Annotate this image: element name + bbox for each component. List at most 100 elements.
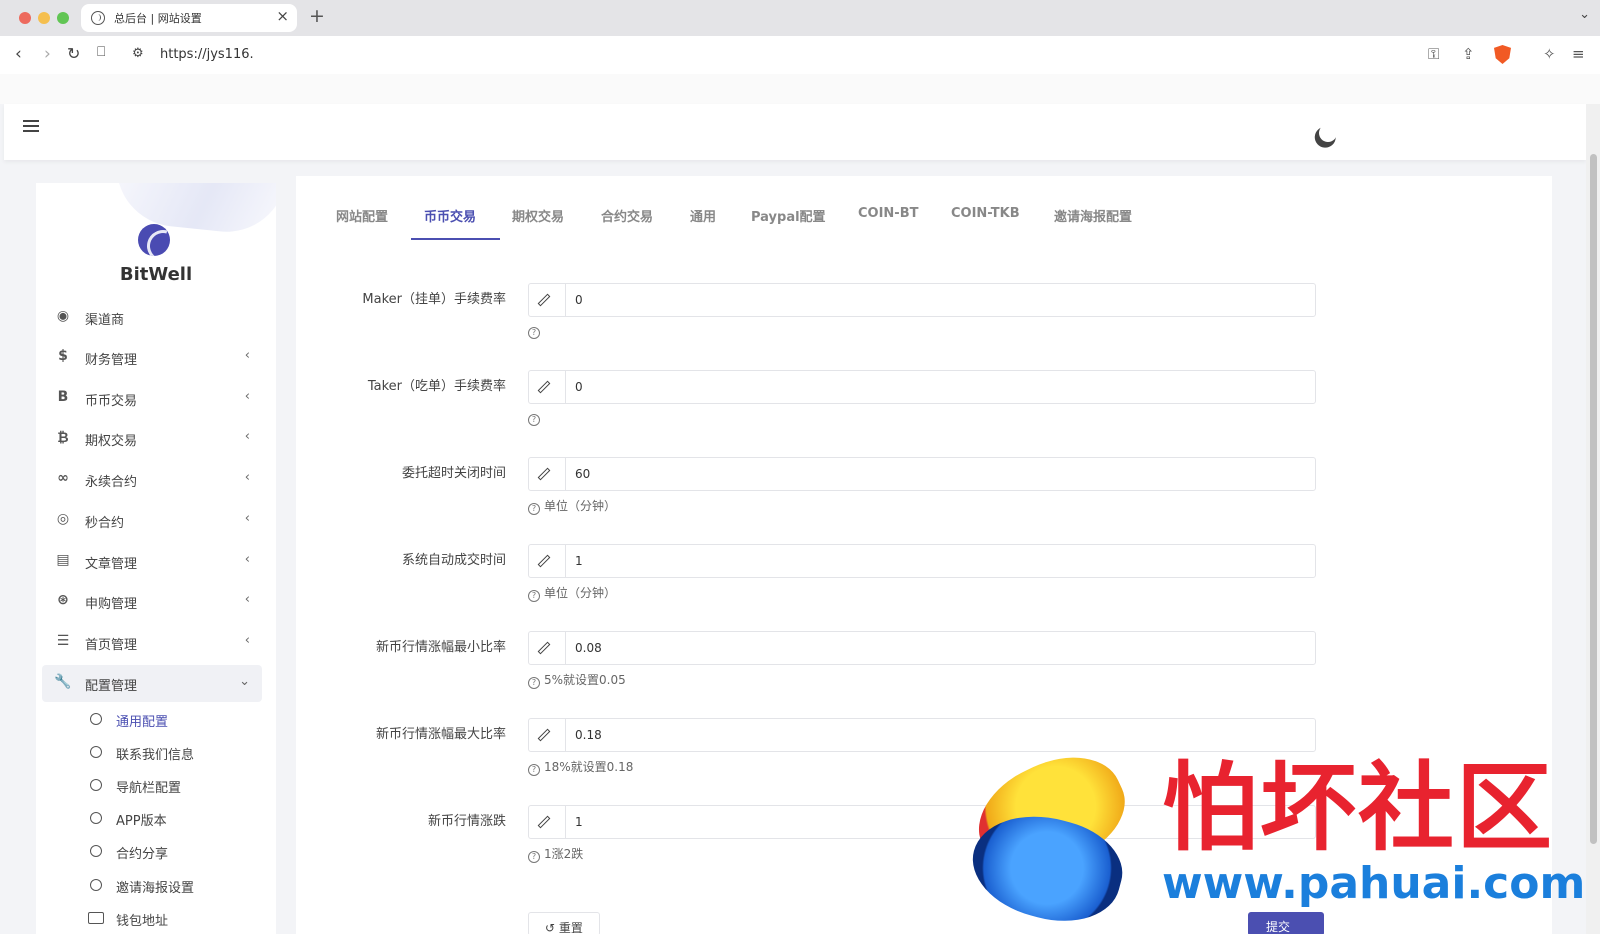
- active-tab-indicator: [411, 238, 500, 240]
- circle-icon: [90, 845, 102, 857]
- pencil-icon: [537, 380, 551, 394]
- tab-contract-trading[interactable]: 合约交易: [601, 206, 653, 225]
- brave-shield-icon[interactable]: [1494, 45, 1511, 64]
- sidebar-item-options[interactable]: ₿ 期权交易 ‹: [42, 420, 262, 457]
- submenu-contact-info[interactable]: 联系我们信息: [90, 740, 260, 766]
- top-strip: [0, 74, 1600, 104]
- menu-icon[interactable]: ≡: [1572, 45, 1585, 63]
- help-text: 1涨2跌: [544, 847, 584, 861]
- browser-tab[interactable]: 总后台 | 网站设置 ×: [81, 4, 297, 32]
- watermark: 怕坏社区 www.pahuai.com: [961, 736, 1586, 934]
- new-tab-icon[interactable]: +: [309, 5, 325, 27]
- chevron-down-icon[interactable]: ⌄: [1579, 7, 1590, 22]
- scrollbar-thumb[interactable]: [1590, 154, 1597, 844]
- question-circle-icon: ?: [528, 503, 540, 515]
- submenu-label: 邀请海报设置: [116, 881, 195, 896]
- field-help: ? 1涨2跌: [528, 845, 583, 863]
- back-icon[interactable]: ‹: [15, 44, 22, 64]
- sidebar-item-label: 首页管理: [85, 638, 138, 653]
- sidebar-item-config[interactable]: 🔧 配置管理 ⌄: [42, 665, 262, 702]
- page-scrollbar[interactable]: [1586, 104, 1600, 934]
- input-addon: [529, 545, 566, 577]
- key-icon[interactable]: ⚿: [1428, 45, 1439, 63]
- sparkle-icon[interactable]: ✧: [1543, 45, 1556, 63]
- help-text: 单位（分钟）: [544, 499, 617, 513]
- submenu-label: APP版本: [116, 814, 167, 829]
- input-addon: [529, 632, 566, 664]
- app-header: [4, 104, 1586, 160]
- site-settings-icon[interactable]: ⚙: [132, 46, 144, 61]
- sidebar-item-spot[interactable]: B 币币交易 ‹: [42, 380, 262, 417]
- field-label: 新币行情涨幅最大比率: [375, 727, 506, 742]
- question-circle-icon: ?: [528, 327, 540, 339]
- submenu-wallet-address[interactable]: 钱包地址: [88, 906, 260, 932]
- input-value: 1: [575, 554, 583, 568]
- input-addon: [529, 719, 566, 751]
- chevron-left-icon: ‹: [244, 552, 250, 567]
- pencil-icon: [537, 815, 551, 829]
- sidebar-item-second-contract[interactable]: ◎ 秒合约 ‹: [42, 502, 262, 539]
- field-label: 系统自动成交时间: [401, 553, 506, 568]
- address-bar: ‹ › ↻ ⎕ ⚙ https://jys116. ⚿ ⇪ ✧ ≡: [0, 36, 1600, 74]
- submenu-app-version[interactable]: APP版本: [90, 806, 260, 832]
- sidebar-item-subscription[interactable]: ⊛ 申购管理 ‹: [42, 583, 262, 620]
- chevron-left-icon: ‹: [244, 348, 250, 363]
- hamburger-menu-icon[interactable]: [23, 120, 39, 132]
- share-icon[interactable]: ⇪: [1462, 45, 1475, 63]
- sidebar-item-channel[interactable]: ◉ 渠道商: [42, 299, 262, 336]
- maker-fee-input[interactable]: 0: [528, 283, 1316, 317]
- tab-poster-config[interactable]: 邀请海报配置: [1054, 206, 1132, 225]
- circle-icon: [90, 779, 102, 791]
- reload-icon[interactable]: ↻: [67, 44, 80, 63]
- field-help: ? 单位（分钟）: [528, 584, 616, 602]
- dark-mode-moon-icon[interactable]: [1316, 121, 1339, 144]
- submenu-general-config[interactable]: 通用配置: [90, 707, 260, 733]
- tab-spot-trading[interactable]: 币币交易: [424, 206, 476, 225]
- tab-title: 总后台 | 网站设置: [114, 12, 202, 25]
- url-field[interactable]: https://jys116.: [160, 47, 254, 62]
- sidebar-item-label: 期权交易: [85, 434, 138, 449]
- life-ring-icon: ⊛: [57, 592, 69, 608]
- tab-site-config[interactable]: 网站配置: [336, 206, 388, 225]
- sidebar-item-articles[interactable]: ▤ 文章管理 ‹: [42, 543, 262, 580]
- tab-options-trading[interactable]: 期权交易: [512, 206, 564, 225]
- sidebar-item-perpetual[interactable]: ∞ 永续合约 ‹: [42, 461, 262, 498]
- close-tab-icon[interactable]: ×: [276, 7, 289, 25]
- field-help: ?: [528, 410, 544, 426]
- minimize-window-button[interactable]: [38, 12, 50, 24]
- bitcoin-icon: ₿: [57, 430, 69, 446]
- max-rise-rate-input[interactable]: 0.18: [528, 718, 1316, 752]
- forward-icon[interactable]: ›: [44, 44, 51, 64]
- input-value: 1: [575, 815, 583, 829]
- field-help: ? 单位（分钟）: [528, 497, 616, 515]
- tab-coin-tkb[interactable]: COIN-TKB: [951, 206, 1020, 221]
- min-rise-rate-input[interactable]: 0.08: [528, 631, 1316, 665]
- submenu-poster-settings[interactable]: 邀请海报设置: [90, 873, 260, 899]
- pencil-icon: [537, 728, 551, 742]
- field-label: 委托超时关闭时间: [401, 466, 506, 481]
- chevron-left-icon: ‹: [244, 389, 250, 404]
- question-circle-icon: ?: [528, 851, 540, 863]
- submenu-contract-share[interactable]: 合约分享: [90, 839, 260, 865]
- sidebar-item-label: 财务管理: [85, 353, 138, 368]
- tab-general[interactable]: 通用: [690, 206, 716, 225]
- close-window-button[interactable]: [19, 12, 31, 24]
- order-timeout-input[interactable]: 60: [528, 457, 1316, 491]
- sidebar-item-homepage[interactable]: ☰ 首页管理 ‹: [42, 624, 262, 661]
- sidebar-item-finance[interactable]: $ 财务管理 ‹: [42, 339, 262, 376]
- sidebar-item-label: 配置管理: [85, 679, 138, 694]
- bookmark-icon[interactable]: ⎕: [97, 44, 105, 60]
- sidebar-item-label: 永续合约: [85, 475, 138, 490]
- tab-coin-bt[interactable]: COIN-BT: [858, 206, 918, 221]
- submenu-navbar-config[interactable]: 导航栏配置: [90, 773, 260, 799]
- brand-name: BitWell: [119, 264, 193, 285]
- auto-fill-time-input[interactable]: 1: [528, 544, 1316, 578]
- watermark-text: 怕坏社区: [1162, 751, 1554, 864]
- tab-paypal-config[interactable]: Paypal配置: [751, 206, 826, 225]
- sidebar-item-label: 币币交易: [85, 394, 138, 409]
- input-addon: [529, 458, 566, 490]
- reset-button[interactable]: ↺ 重置: [528, 912, 600, 934]
- pencil-icon: [537, 293, 551, 307]
- taker-fee-input[interactable]: 0: [528, 370, 1316, 404]
- maximize-window-button[interactable]: [57, 12, 69, 24]
